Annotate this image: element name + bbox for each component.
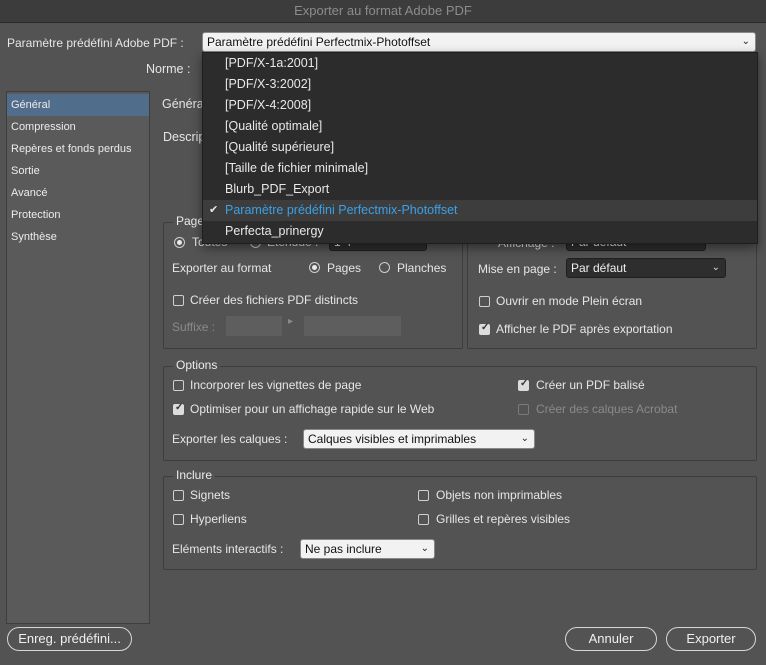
- menu-item[interactable]: [Taille de fichier minimale]: [203, 158, 757, 179]
- checkmark-icon: ✔: [209, 204, 219, 216]
- menu-item[interactable]: [PDF/X-3:2002]: [203, 74, 757, 95]
- export-layers-value: Calques visibles et imprimables: [308, 432, 477, 446]
- sidebar-item-marks-bleeds[interactable]: Repères et fonds perdus: [7, 138, 149, 160]
- preset-label: Paramètre prédéfini Adobe PDF :: [7, 36, 184, 50]
- save-preset-button[interactable]: Enreg. prédéfini...: [7, 627, 132, 651]
- options-legend: Options: [173, 358, 221, 372]
- spreads-radio[interactable]: [379, 262, 390, 273]
- sidebar-item-advanced[interactable]: Avancé: [7, 182, 149, 204]
- view-after-checkbox[interactable]: [479, 322, 490, 335]
- interactive-value: Ne pas inclure: [305, 542, 382, 556]
- spreads-option-label: Planches: [397, 261, 447, 275]
- nonprinting-checkbox[interactable]: [418, 490, 429, 501]
- bookmarks-checkbox[interactable]: [173, 490, 184, 501]
- menu-item[interactable]: [Qualité optimale]: [203, 116, 757, 137]
- optimize-label: Optimiser pour un affichage rapide sur l…: [190, 402, 435, 416]
- menu-item[interactable]: [Qualité supérieure]: [203, 137, 757, 158]
- menu-item-selected[interactable]: ✔ Paramètre prédéfini Perfectmix-Photoff…: [203, 200, 757, 221]
- nonprinting-label: Objets non imprimables: [436, 488, 563, 502]
- menu-item[interactable]: [PDF/X-4:2008]: [203, 95, 757, 116]
- cancel-button[interactable]: Annuler: [565, 627, 657, 651]
- optimize-checkbox[interactable]: [173, 402, 184, 415]
- pages-option-label: Pages: [327, 261, 362, 275]
- layout-select[interactable]: Par défaut ⌄: [566, 258, 726, 278]
- interactive-select[interactable]: Ne pas inclure ⌄: [300, 539, 435, 559]
- interactive-label: Eléments interactifs :: [172, 542, 284, 556]
- preset-select[interactable]: Paramètre prédéfini Perfectmix-Photoffse…: [202, 32, 756, 52]
- all-pages-radio[interactable]: [174, 237, 185, 248]
- chevron-down-icon: ⌄: [741, 36, 750, 47]
- acrobat-layers-checkbox[interactable]: [518, 404, 529, 415]
- arrow-right-icon: ▸: [288, 316, 294, 327]
- sidebar-item-security[interactable]: Protection: [7, 204, 149, 226]
- export-as-label: Exporter au format: [172, 261, 272, 275]
- sidebar-item-general[interactable]: Général: [7, 94, 149, 116]
- guides-label: Grilles et repères visibles: [436, 512, 571, 526]
- layout-label: Mise en page :: [478, 262, 557, 276]
- chevron-down-icon: ⌄: [520, 433, 529, 444]
- hyperlinks-checkbox[interactable]: [173, 514, 184, 525]
- menu-item-selected-label: Paramètre prédéfini Perfectmix-Photoffse…: [225, 203, 458, 217]
- thumbnails-checkbox[interactable]: [173, 380, 184, 391]
- suffix-menu[interactable]: [304, 316, 401, 336]
- menu-item[interactable]: Blurb_PDF_Export: [203, 179, 757, 200]
- view-after-label: Afficher le PDF après exportation: [496, 322, 673, 336]
- fullscreen-checkbox[interactable]: [479, 296, 490, 307]
- preset-value: Paramètre prédéfini Perfectmix-Photoffse…: [207, 35, 431, 49]
- sidebar-item-compression[interactable]: Compression: [7, 116, 149, 138]
- window-title: Exporter au format Adobe PDF: [0, 0, 766, 23]
- guides-checkbox[interactable]: [418, 514, 429, 525]
- sidebar-item-output[interactable]: Sortie: [7, 160, 149, 182]
- export-button[interactable]: Exporter: [666, 627, 756, 651]
- include-legend: Inclure: [173, 468, 216, 482]
- norme-label: Norme :: [146, 62, 191, 76]
- pages-radio[interactable]: [309, 262, 320, 273]
- fullscreen-label: Ouvrir en mode Plein écran: [496, 294, 643, 308]
- suffix-label: Suffixe :: [172, 320, 216, 334]
- acrobat-layers-label: Créer des calques Acrobat: [536, 402, 678, 416]
- layout-value: Par défaut: [571, 261, 627, 275]
- hyperlinks-label: Hyperliens: [190, 512, 247, 526]
- tagged-pdf-label: Créer un PDF balisé: [536, 378, 645, 392]
- sidebar-item-summary[interactable]: Synthèse: [7, 226, 149, 248]
- chevron-down-icon: ⌄: [711, 262, 720, 273]
- suffix-input[interactable]: [226, 316, 282, 336]
- separate-files-checkbox[interactable]: [173, 295, 184, 306]
- tagged-pdf-checkbox[interactable]: [518, 378, 529, 391]
- sidebar: Général Compression Repères et fonds per…: [6, 91, 150, 624]
- preset-dropdown-menu: [PDF/X-1a:2001] [PDF/X-3:2002] [PDF/X-4:…: [202, 52, 758, 244]
- section-title: Généra: [162, 97, 204, 111]
- menu-item[interactable]: Perfecta_prinergy: [203, 221, 757, 242]
- export-layers-label: Exporter les calques :: [172, 432, 288, 446]
- export-layers-select[interactable]: Calques visibles et imprimables ⌄: [303, 429, 535, 449]
- menu-item[interactable]: [PDF/X-1a:2001]: [203, 53, 757, 74]
- description-label: Descrip: [163, 130, 206, 144]
- separate-files-label: Créer des fichiers PDF distincts: [190, 293, 359, 307]
- chevron-down-icon: ⌄: [420, 543, 429, 554]
- thumbnails-label: Incorporer les vignettes de page: [190, 378, 362, 392]
- bookmarks-label: Signets: [190, 488, 231, 502]
